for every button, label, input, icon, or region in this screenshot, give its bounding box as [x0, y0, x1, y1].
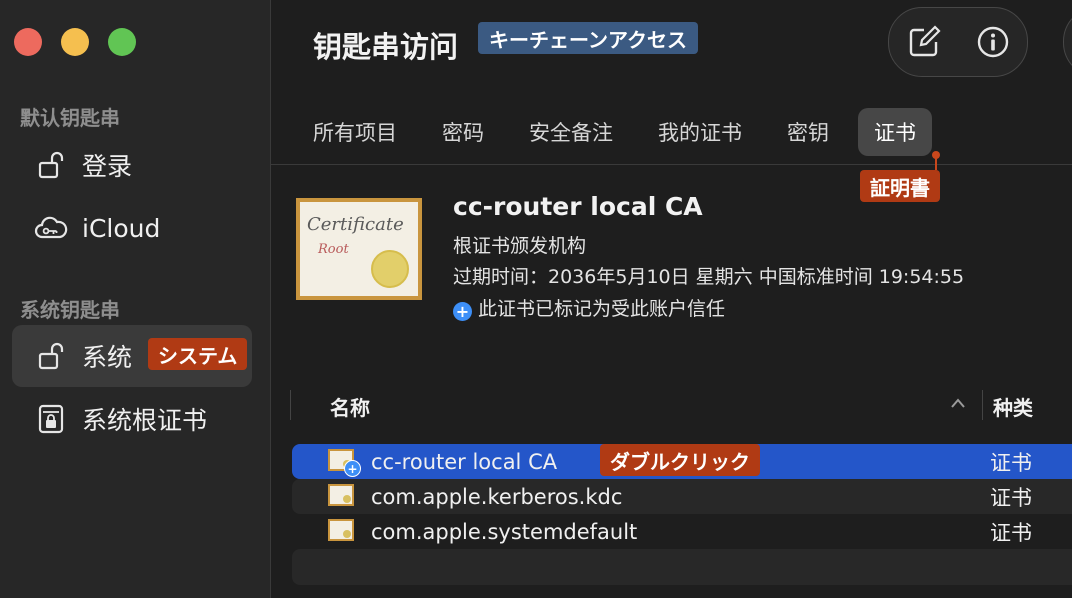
sidebar-item-label: 系统根证书 [82, 406, 208, 435]
certificate-expiry: 过期时间：2036年5月10日 星期六 中国标准时间 19:54:55 [453, 266, 965, 288]
compose-icon[interactable] [904, 22, 944, 62]
tab-passwords[interactable]: 密码 [426, 108, 500, 156]
table-row-empty [292, 549, 1072, 585]
tab-certificates[interactable]: 证书 [858, 108, 932, 156]
sidebar-item-system-roots[interactable]: 系统根证书 [12, 388, 252, 450]
lock-open-icon [34, 148, 68, 182]
row-kind: 证书 [990, 520, 1032, 545]
sidebar-item-login[interactable]: 登录 [12, 134, 252, 196]
certificate-trust-status: + 此证书已标记为受此账户信任 [453, 294, 725, 321]
row-name: cc-router local CA [371, 449, 558, 474]
certificate-large-icon: Certificate Root [296, 198, 422, 300]
sidebar-item-icloud[interactable]: iCloud [12, 197, 252, 259]
category-tabs: 所有项目 密码 安全备注 我的证书 密钥 证书 [297, 108, 945, 156]
window-controls [14, 28, 136, 56]
default-keychains-header: 默认钥匙串 [20, 106, 120, 130]
table-header: 名称 种类 [290, 388, 1072, 426]
certificate-icon-subtext: Root [318, 242, 349, 257]
title-annotation-tag: キーチェーンアクセス [478, 22, 698, 54]
toolbar-button-group [888, 7, 1028, 77]
zoom-button[interactable] [108, 28, 136, 56]
window-title: 钥匙串访问 [313, 30, 459, 64]
certificate-icon [328, 519, 356, 543]
tab-keys[interactable]: 密钥 [771, 108, 845, 156]
tab-all-items[interactable]: 所有项目 [297, 108, 413, 156]
table-row[interactable]: com.apple.kerberos.kdc 证书 [292, 479, 1072, 514]
lock-open-icon [34, 339, 68, 373]
cloud-key-icon [34, 211, 68, 245]
double-click-annotation-tag: ダブルクリック [600, 444, 760, 476]
sidebar-item-label: 系统 [82, 343, 133, 372]
close-button[interactable] [14, 28, 42, 56]
column-separator[interactable] [982, 390, 983, 420]
certificate-icon [328, 484, 356, 508]
info-icon[interactable] [973, 22, 1013, 62]
column-header-kind[interactable]: 种类 [993, 392, 1033, 421]
row-name: com.apple.systemdefault [371, 519, 638, 544]
certificates-annotation-tag: 証明書 [860, 170, 940, 202]
row-name: com.apple.kerberos.kdc [371, 484, 623, 509]
sidebar-item-label: 登录 [82, 152, 133, 181]
toolbar-search-edge[interactable] [1063, 7, 1072, 77]
sort-ascending-icon[interactable] [950, 393, 966, 414]
certificate-seal-icon [371, 250, 409, 288]
trusted-plus-icon: + [453, 302, 472, 321]
tab-secure-notes[interactable]: 安全备注 [513, 108, 629, 156]
table-row[interactable]: com.apple.systemdefault 证书 [292, 514, 1072, 549]
certificate-table: + cc-router local CA 证书 ダブルクリック com.appl… [292, 444, 1072, 585]
sidebar: 默认钥匙串 登录 iCloud 系统钥匙串 系统 システム 系统根证书 [0, 0, 271, 598]
system-annotation-tag: システム [148, 338, 248, 370]
annotation-pointer-line [935, 156, 937, 170]
trust-text: 此证书已标记为受此账户信任 [478, 298, 726, 320]
system-keychains-header: 系统钥匙串 [20, 298, 120, 322]
lock-cabinet-icon [34, 402, 68, 436]
column-header-name[interactable]: 名称 [330, 392, 370, 421]
row-kind: 证书 [990, 485, 1032, 510]
tabs-divider [271, 164, 1072, 165]
certificate-name: cc-router local CA [453, 192, 703, 221]
certificate-icon-text: Certificate [307, 214, 404, 235]
sidebar-item-label: iCloud [82, 213, 161, 243]
tab-my-certificates[interactable]: 我的证书 [642, 108, 758, 156]
column-separator [290, 390, 291, 420]
minimize-button[interactable] [61, 28, 89, 56]
main-pane: 钥匙串访问 キーチェーンアクセス 所有项目 密码 安全备注 我的证书 密钥 证书… [271, 0, 1072, 598]
certificate-icon: + [328, 449, 361, 477]
table-row[interactable]: + cc-router local CA 证书 ダブルクリック [292, 444, 1072, 479]
certificate-kind: 根证书颁发机构 [453, 235, 587, 257]
row-kind: 证书 [990, 450, 1032, 475]
